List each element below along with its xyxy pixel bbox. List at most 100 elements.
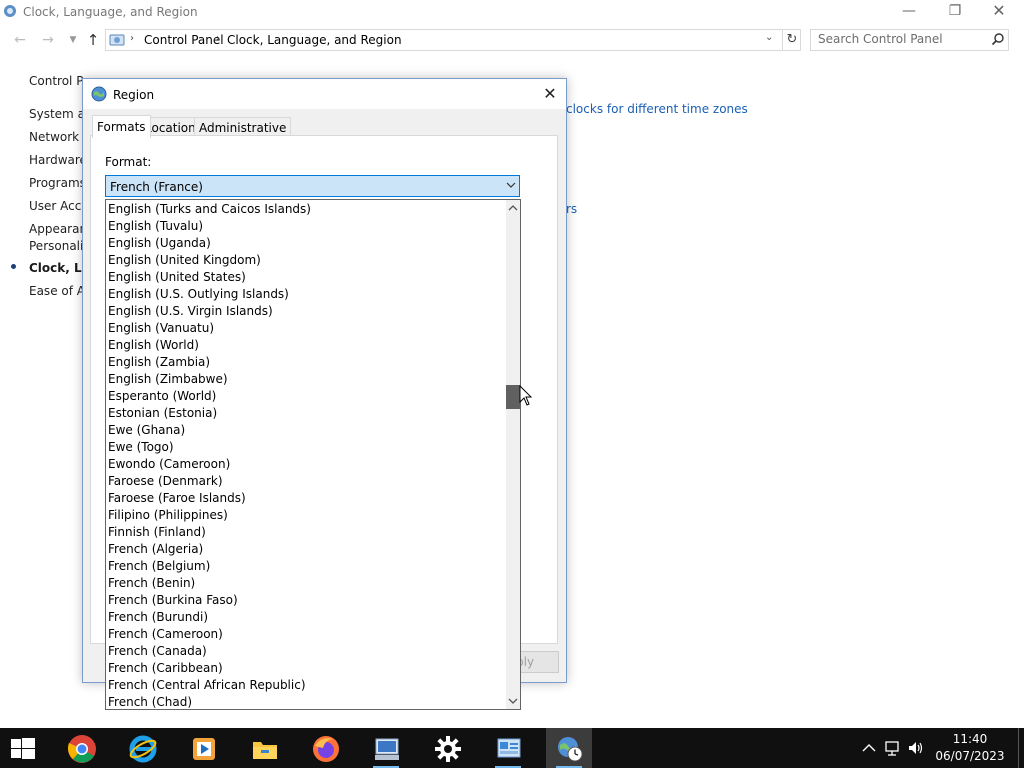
address-dropdown-icon[interactable]: ⌄ — [765, 32, 773, 43]
taskbar-chrome[interactable] — [58, 728, 104, 768]
address-bar[interactable]: › Control Panel › Clock, Language, and R… — [105, 29, 801, 51]
network-icon[interactable] — [884, 739, 902, 757]
search-input[interactable] — [811, 30, 988, 48]
format-option[interactable]: English (Zimbabwe) — [108, 371, 228, 388]
sidebar-item-personalization[interactable]: Personaliz — [29, 239, 90, 253]
format-option[interactable]: French (Cameroon) — [108, 626, 223, 643]
format-option[interactable]: English (Vanuatu) — [108, 320, 214, 337]
chrome-icon — [67, 735, 96, 763]
format-option[interactable]: Filipino (Philippines) — [108, 507, 228, 524]
breadcrumb-control-panel[interactable]: Control Panel — [144, 33, 224, 47]
start-button[interactable] — [0, 728, 46, 768]
sidebar-item-hardware[interactable]: Hardware — [29, 153, 87, 167]
dialog-title-bar: Region ✕ — [83, 79, 566, 109]
chevron-down-icon — [506, 182, 516, 188]
format-option[interactable]: Ewondo (Cameroon) — [108, 456, 230, 473]
format-option[interactable]: English (Zambia) — [108, 354, 210, 371]
taskbar-firefox[interactable] — [302, 728, 348, 768]
internet-explorer-icon — [129, 735, 157, 763]
format-option[interactable]: English (United States) — [108, 269, 246, 286]
mouse-cursor-icon — [519, 385, 533, 406]
format-option[interactable]: Faroese (Denmark) — [108, 473, 223, 490]
active-bullet-icon — [11, 264, 16, 269]
tab-formats[interactable]: Formats — [92, 115, 151, 138]
format-option[interactable]: English (Turks and Caicos Islands) — [108, 201, 311, 218]
refresh-icon[interactable]: ↻ — [782, 30, 801, 50]
taskbar-settings[interactable] — [424, 728, 470, 768]
format-option[interactable]: Esperanto (World) — [108, 388, 216, 405]
window-title-bar: Clock, Language, and Region — ❐ ✕ — [0, 0, 1024, 26]
format-option[interactable]: French (Benin) — [108, 575, 195, 592]
sidebar-item-ease-of-access[interactable]: Ease of A — [29, 284, 85, 298]
scroll-up-button[interactable] — [506, 200, 520, 216]
format-option[interactable]: English (U.S. Outlying Islands) — [108, 286, 289, 303]
format-option[interactable]: French (Chad) — [108, 694, 192, 709]
control-panel-app-icon — [4, 5, 16, 17]
taskbar-internet-explorer[interactable] — [119, 728, 165, 768]
format-option[interactable]: English (Tuvalu) — [108, 218, 203, 235]
format-label: Format: — [105, 155, 152, 169]
sidebar-item-user-accounts[interactable]: User Acc — [29, 199, 81, 213]
sidebar-item-programs[interactable]: Programs — [29, 176, 86, 190]
taskbar-control-panel[interactable] — [485, 728, 531, 768]
control-panel-icon — [109, 34, 125, 46]
firefox-icon — [313, 736, 339, 762]
clock-date[interactable]: 06/07/2023 — [934, 749, 1006, 763]
back-button[interactable]: ← — [9, 30, 31, 50]
taskbar-remote-desktop[interactable] — [363, 728, 409, 768]
format-option[interactable]: French (Burkina Faso) — [108, 592, 238, 609]
dropdown-scrollbar[interactable] — [506, 200, 520, 709]
taskbar-media-player[interactable] — [180, 728, 226, 768]
format-option[interactable]: French (Burundi) — [108, 609, 208, 626]
sidebar-item-network[interactable]: Network — [29, 130, 79, 144]
format-option[interactable]: Ewe (Ghana) — [108, 422, 185, 439]
format-option[interactable]: Estonian (Estonia) — [108, 405, 217, 422]
scroll-down-button[interactable] — [506, 693, 520, 709]
chevron-down-icon — [508, 698, 518, 704]
close-window-button[interactable]: ✕ — [976, 0, 1022, 24]
volume-icon[interactable] — [907, 739, 925, 757]
chevron-up-icon — [508, 205, 518, 211]
breadcrumb-clock-language-region[interactable]: Clock, Language, and Region — [227, 33, 402, 47]
show-desktop-button[interactable] — [1018, 728, 1019, 768]
format-dropdown-list[interactable]: English (Turks and Caicos Islands) Englis… — [105, 199, 521, 710]
maximize-button[interactable]: ❐ — [932, 0, 978, 24]
start-icon — [11, 738, 35, 759]
search-icon[interactable] — [991, 32, 1005, 46]
link-region-partial[interactable]: rs — [566, 202, 577, 216]
dialog-close-button[interactable]: ✕ — [537, 83, 563, 105]
file-explorer-icon — [253, 742, 277, 759]
format-option[interactable]: English (World) — [108, 337, 199, 354]
format-option[interactable]: Faroese (Faroe Islands) — [108, 490, 246, 507]
media-player-icon — [193, 738, 215, 760]
format-option[interactable]: French (Central African Republic) — [108, 677, 306, 694]
sidebar-item-system-security[interactable]: System ar — [29, 107, 90, 121]
sidebar-item-clock-language[interactable]: Clock, La — [29, 261, 90, 275]
search-box[interactable] — [810, 29, 1009, 51]
minimize-button[interactable]: — — [886, 0, 932, 24]
recent-locations-dropdown[interactable]: ▼ — [62, 30, 84, 50]
settings-icon — [435, 736, 461, 762]
format-option[interactable]: French (Algeria) — [108, 541, 203, 558]
format-option[interactable]: English (U.S. Virgin Islands) — [108, 303, 273, 320]
format-option[interactable]: Finnish (Finland) — [108, 524, 206, 541]
forward-button[interactable]: → — [37, 30, 59, 50]
taskbar: 11:40 06/07/2023 — [0, 728, 1024, 768]
format-option[interactable]: French (Belgium) — [108, 558, 210, 575]
taskbar-region[interactable] — [546, 728, 592, 768]
scroll-thumb[interactable] — [506, 385, 520, 409]
sidebar-item-appearance[interactable]: Appearan — [29, 222, 87, 236]
format-combobox[interactable]: French (France) — [105, 175, 520, 197]
taskbar-file-explorer[interactable] — [241, 728, 287, 768]
format-option[interactable]: English (Uganda) — [108, 235, 211, 252]
format-option[interactable]: French (Canada) — [108, 643, 207, 660]
format-option[interactable]: Ewe (Togo) — [108, 439, 174, 456]
clock-time[interactable]: 11:40 — [940, 732, 1000, 746]
format-option[interactable]: French (Caribbean) — [108, 660, 223, 677]
region-clock-icon — [558, 737, 583, 762]
link-clocks-time-zones[interactable]: clocks for different time zones — [566, 102, 748, 116]
chevron-up-icon[interactable] — [860, 739, 878, 757]
format-option[interactable]: English (United Kingdom) — [108, 252, 261, 269]
remote-desktop-icon — [375, 738, 399, 760]
up-button[interactable]: ↑ — [82, 30, 104, 50]
